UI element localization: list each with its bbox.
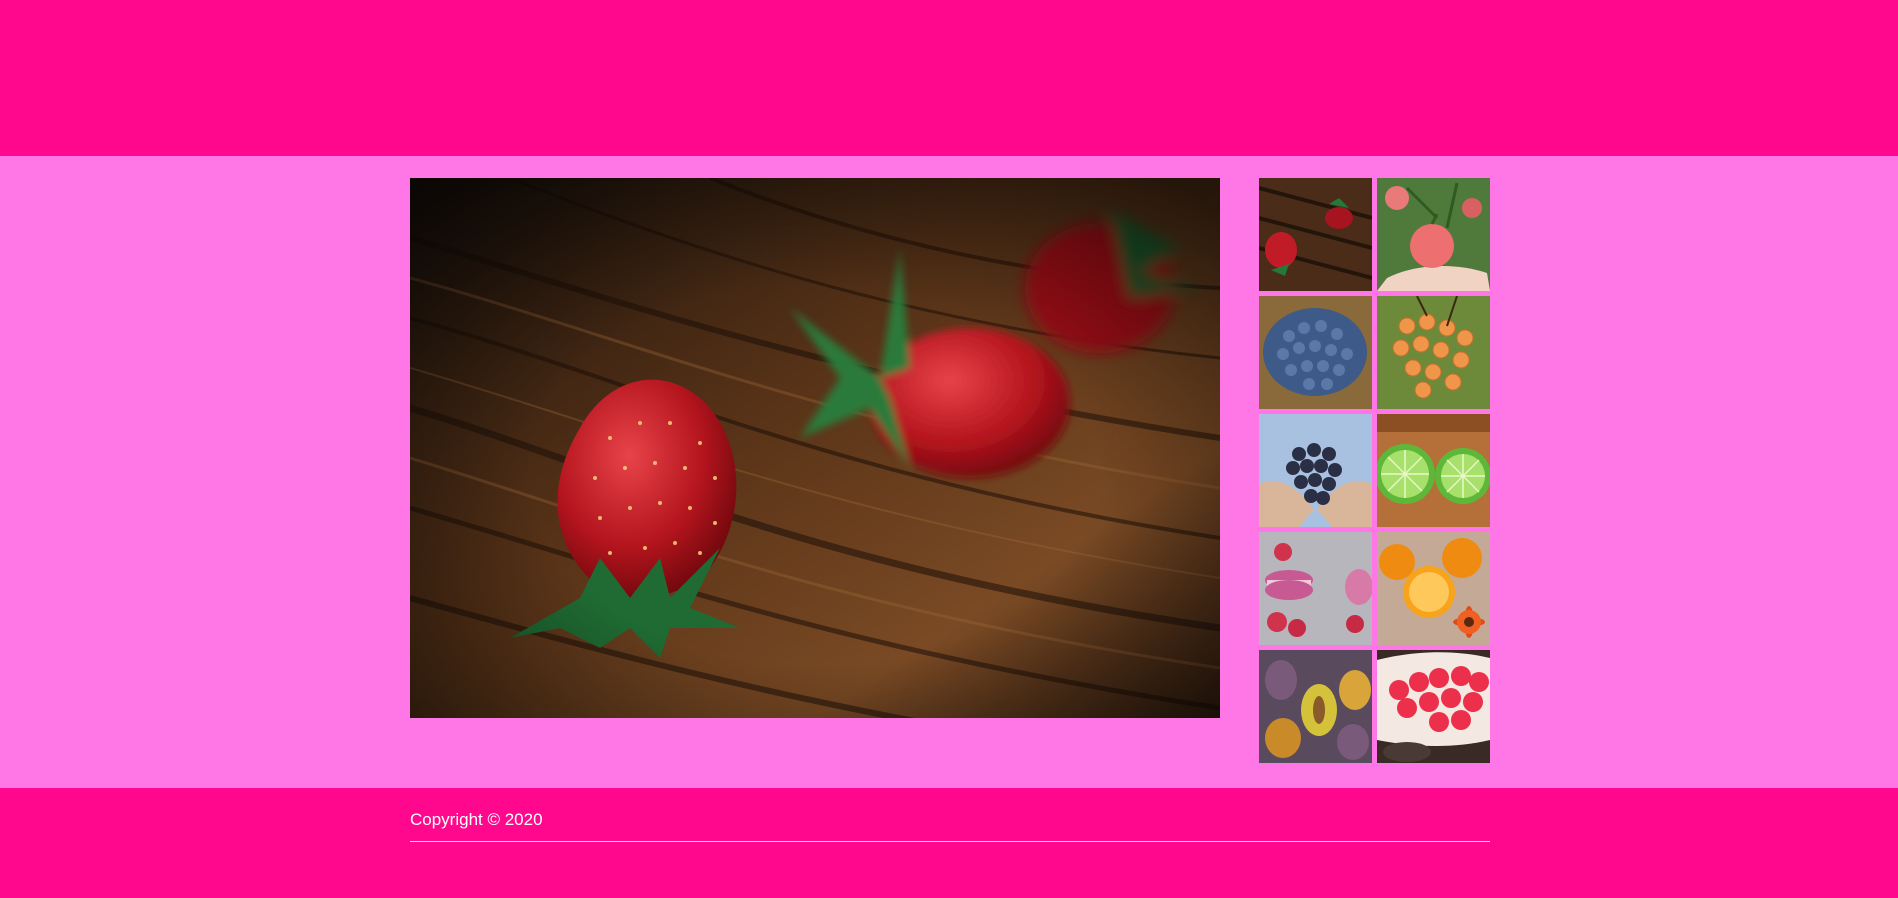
apples-in-hand-thumbnail [1377,178,1490,291]
gallery-thumbnail[interactable] [1377,178,1490,291]
gallery-thumbnail[interactable] [1259,414,1372,527]
footer-content: Copyright © 2020 [410,810,1490,842]
blueberries-thumbnail [1259,296,1372,409]
oranges-flower-thumbnail [1377,532,1490,645]
gallery-thumbnail[interactable] [1259,178,1372,291]
thumbnail-gallery [1259,178,1490,763]
limes-thumbnail [1377,414,1490,527]
gallery-thumbnail[interactable] [1377,532,1490,645]
gallery-thumbnail[interactable] [1377,296,1490,409]
gallery-thumbnail[interactable] [1259,532,1372,645]
gallery-thumbnail[interactable] [1377,414,1490,527]
macarons-raspberries-thumbnail [1259,532,1372,645]
orange-currants-thumbnail [1377,296,1490,409]
site-header [0,0,1898,156]
strawberries-on-wood-image [410,178,1220,718]
gallery-thumbnail[interactable] [1377,650,1490,763]
copyright-text: Copyright © 2020 [410,810,543,829]
gallery-thumbnail[interactable] [1259,650,1372,763]
site-footer: Copyright © 2020 [0,788,1898,898]
grapes-in-hands-thumbnail [1259,414,1372,527]
gallery-thumbnail[interactable] [1259,296,1372,409]
strawberries-on-wood-thumbnail [1259,178,1372,291]
featured-image [410,178,1220,718]
raspberries-bowl-thumbnail [1377,650,1490,763]
plums-thumbnail [1259,650,1372,763]
footer-divider [410,841,1490,842]
